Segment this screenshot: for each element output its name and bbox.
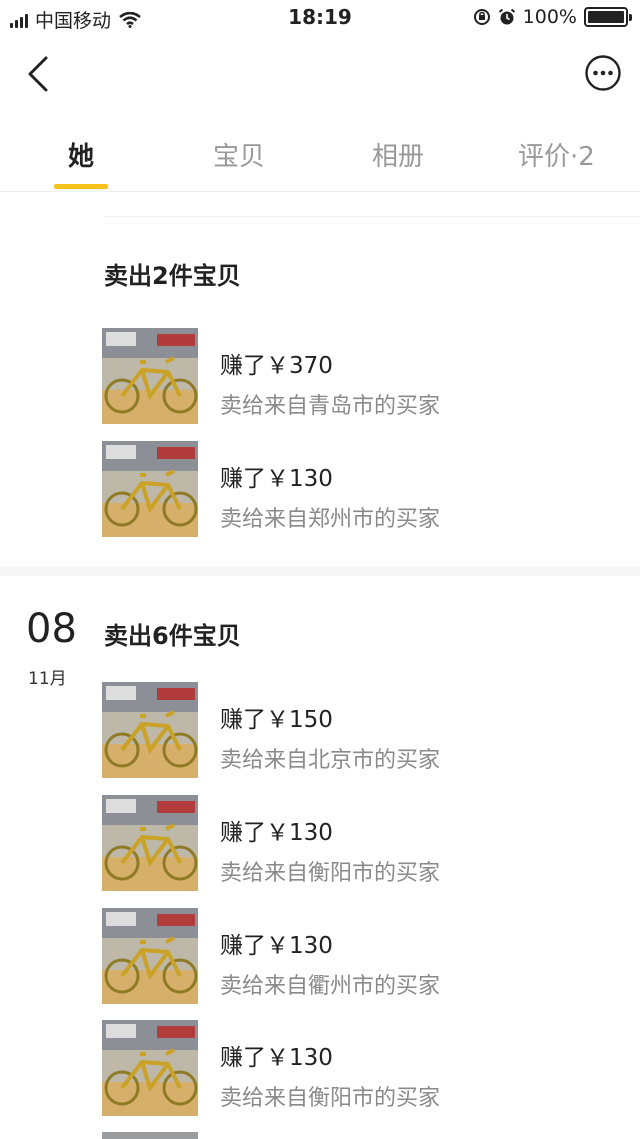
list-item[interactable]: 赚了￥130 卖给来自衢州市的买家 <box>102 908 622 1004</box>
buyer-location: 卖给来自青岛市的买家 <box>220 394 441 419</box>
battery-icon <box>584 7 632 27</box>
chevron-left-icon[interactable] <box>22 54 56 94</box>
more-dots-icon[interactable] <box>584 54 622 92</box>
active-tab-indicator <box>54 184 108 189</box>
list-item[interactable]: 赚了￥130 卖给来自衡阳市的买家 <box>102 795 622 891</box>
earned-amount: 赚了￥150 <box>220 707 333 733</box>
bike-thumbnail <box>102 441 198 537</box>
earned-amount: 赚了￥130 <box>220 1045 333 1071</box>
status-right: 100% <box>473 6 632 28</box>
list-item[interactable]: 赚了￥130 卖给来自衡阳市的买家 <box>102 1020 622 1116</box>
date-day: 08 <box>26 606 77 652</box>
bike-thumbnail <box>102 908 198 1004</box>
battery-percent: 100% <box>522 6 577 28</box>
earned-amount: 赚了￥130 <box>220 820 333 846</box>
tab-items[interactable]: 宝贝 <box>213 136 265 173</box>
bike-thumbnail <box>102 1020 198 1116</box>
buyer-location: 卖给来自衡阳市的买家 <box>220 1086 441 1111</box>
alarm-icon <box>498 8 515 25</box>
tab-reviews[interactable]: 评价·2 <box>518 136 595 173</box>
list-item[interactable]: 赚了￥370 卖给来自青岛市的买家 <box>102 328 622 424</box>
buyer-location: 卖给来自衢州市的买家 <box>220 974 441 999</box>
list-item[interactable]: 赚了￥150 卖给来自北京市的买家 <box>102 682 622 778</box>
tab-album[interactable]: 相册 <box>372 136 424 173</box>
bike-thumbnail <box>102 682 198 778</box>
group-title: 卖出2件宝贝 <box>104 262 241 290</box>
date-month: 11月 <box>28 669 67 689</box>
bike-thumbnail <box>102 795 198 891</box>
buyer-location: 卖给来自衡阳市的买家 <box>220 861 441 886</box>
buyer-location: 卖给来自北京市的买家 <box>220 748 441 773</box>
bike-thumbnail <box>102 328 198 424</box>
navigation-bar <box>0 36 640 110</box>
bike-thumbnail <box>102 1132 198 1139</box>
rotation-lock-icon <box>473 9 490 25</box>
buyer-location: 卖给来自郑州市的买家 <box>220 507 441 532</box>
status-bar: 中国移动 18:19 100% <box>0 0 640 36</box>
section-separator <box>0 566 640 576</box>
earned-amount: 赚了￥370 <box>220 353 333 379</box>
tab-her[interactable]: 她 <box>68 136 94 173</box>
group-title: 卖出6件宝贝 <box>104 622 241 650</box>
earned-amount: 赚了￥130 <box>220 466 333 492</box>
earned-amount: 赚了￥130 <box>220 933 333 959</box>
list-item[interactable]: 赚了￥130 卖给来自郑州市的买家 <box>102 441 622 537</box>
profile-tabs: 她 宝贝 相册 评价·2 <box>0 112 640 192</box>
divider <box>104 216 640 217</box>
